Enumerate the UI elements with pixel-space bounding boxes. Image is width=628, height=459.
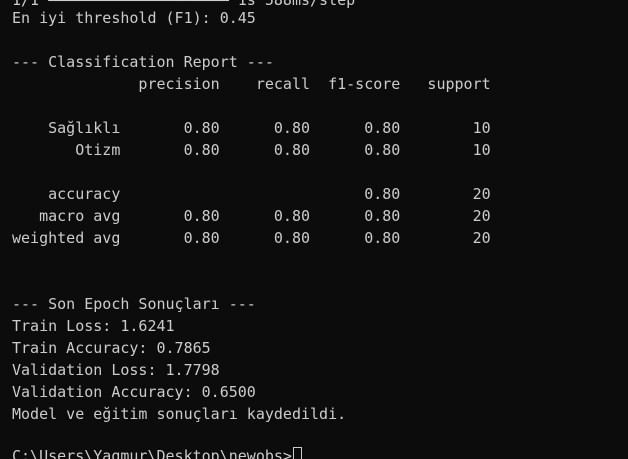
train-loss-line: Train Loss: 1.6241 [12, 317, 175, 335]
report-title: --- Classification Report --- [12, 53, 274, 71]
report-row-accuracy: accuracy 0.80 20 [12, 185, 491, 203]
threshold-line: En iyi threshold (F1): 0.45 [12, 9, 256, 27]
report-header: precision recall f1-score support [12, 75, 491, 93]
prompt-path: C:\Users\Yagmur\Desktop\newobs> [12, 447, 292, 459]
command-prompt[interactable]: C:\Users\Yagmur\Desktop\newobs> [12, 445, 302, 459]
train-accuracy-line: Train Accuracy: 0.7865 [12, 339, 211, 357]
saved-message-line: Model ve eğitim sonuçları kaydedildi. [12, 405, 347, 423]
report-row-weighted-avg: weighted avg 0.80 0.80 0.80 20 [12, 229, 491, 247]
validation-accuracy-line: Validation Accuracy: 0.6500 [12, 383, 256, 401]
report-row-saglikli: Sağlıklı 0.80 0.80 0.80 10 [12, 119, 491, 137]
text-cursor [292, 447, 302, 459]
report-row-otizm: Otizm 0.80 0.80 0.80 10 [12, 141, 491, 159]
validation-loss-line: Validation Loss: 1.7798 [12, 361, 220, 379]
epoch-results-title: --- Son Epoch Sonuçları --- [12, 295, 256, 313]
terminal-window[interactable]: 1/1 ━━━━━━━━━━━━━━━━━━━━ 1s 588ms/step E… [0, 0, 628, 459]
report-row-macro-avg: macro avg 0.80 0.80 0.80 20 [12, 207, 491, 225]
